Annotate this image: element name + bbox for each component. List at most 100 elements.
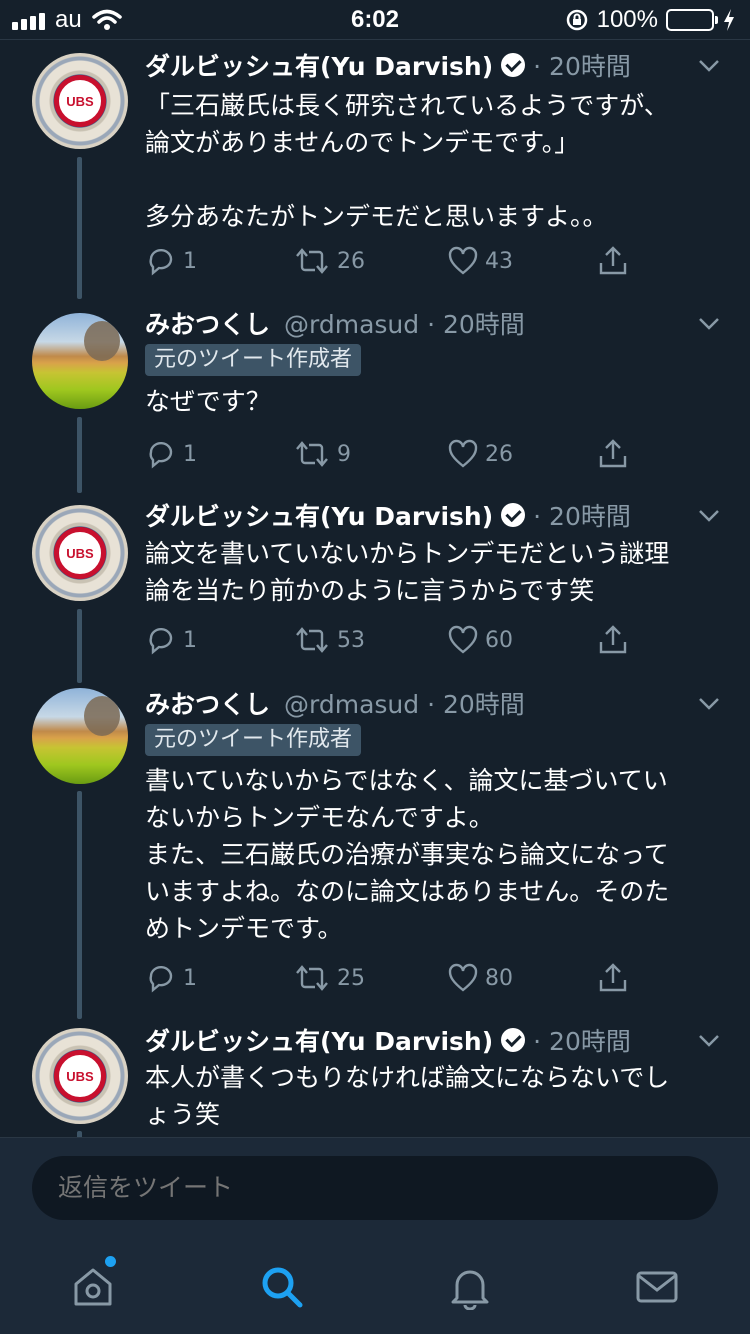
- display-name[interactable]: みおつくし: [145, 685, 270, 721]
- home-icon[interactable]: [70, 1264, 116, 1310]
- tweet-actions: 1 53 60: [145, 624, 645, 664]
- tree-icon: [84, 321, 120, 361]
- like-button[interactable]: 26: [447, 438, 513, 470]
- original-author-badge: 元のツイート作成者: [145, 344, 362, 376]
- thread-connector: [77, 157, 82, 299]
- like-count: 43: [485, 248, 513, 274]
- share-button[interactable]: [597, 962, 629, 994]
- avatar[interactable]: [32, 313, 128, 409]
- share-button[interactable]: [597, 245, 629, 277]
- reply-icon: [149, 248, 173, 276]
- verified-badge-icon: [501, 53, 526, 77]
- display-name[interactable]: ダルビッシュ有(Yu Darvish): [145, 497, 493, 533]
- battery-icon: [666, 9, 718, 31]
- avatar[interactable]: UBS: [32, 505, 128, 601]
- like-button[interactable]: 43: [447, 245, 513, 277]
- tweet-timestamp: · 20時間: [533, 1027, 631, 1056]
- share-icon: [599, 625, 627, 654]
- avatar[interactable]: UBS: [32, 1028, 128, 1124]
- share-button[interactable]: [597, 438, 629, 470]
- heart-icon: [448, 246, 478, 275]
- display-name[interactable]: みおつくし: [145, 305, 270, 341]
- tweet-header: みおつくし @rdmasud · 20時間: [145, 685, 525, 721]
- avatar[interactable]: UBS: [32, 53, 128, 149]
- original-author-badge: 元のツイート作成者: [145, 724, 362, 756]
- tweet-actions: 1 26 43: [145, 245, 645, 285]
- retweet-count: 53: [337, 627, 365, 653]
- like-count: 26: [485, 441, 513, 467]
- tweet-header: ダルビッシュ有(Yu Darvish) · 20時間: [145, 47, 631, 83]
- status-right: 100%: [565, 6, 736, 34]
- chevron-down-icon[interactable]: [696, 503, 722, 529]
- tweet-header: ダルビッシュ有(Yu Darvish) · 20時間: [145, 1022, 631, 1058]
- avatar[interactable]: [32, 688, 128, 784]
- retweet-button[interactable]: 26: [293, 245, 365, 277]
- chevron-down-icon[interactable]: [696, 311, 722, 337]
- retweet-count: 25: [337, 965, 365, 991]
- share-icon: [599, 963, 627, 992]
- battery-percent: 100%: [596, 6, 658, 33]
- like-count: 80: [485, 965, 513, 991]
- tree-icon: [84, 696, 120, 736]
- tweet-actions: 1 25 80: [145, 962, 645, 1002]
- search-icon[interactable]: [259, 1264, 305, 1310]
- chevron-down-icon[interactable]: [696, 691, 722, 717]
- retweet-button[interactable]: 53: [293, 624, 365, 656]
- thread-connector: [77, 791, 82, 1019]
- tweet[interactable]: みおつくし @rdmasud · 20時間 元のツイート作成者 書いていないから…: [0, 683, 750, 1019]
- charging-bolt-icon: [724, 9, 734, 31]
- like-count: 60: [485, 627, 513, 653]
- reply-count: 1: [183, 441, 197, 467]
- tweet-header: みおつくし @rdmasud · 20時間: [145, 305, 525, 341]
- tweet-text: なぜです？: [145, 387, 271, 416]
- share-icon: [599, 439, 627, 468]
- retweet-icon: [296, 627, 328, 653]
- reply-icon: [149, 965, 173, 993]
- display-name[interactable]: ダルビッシュ有(Yu Darvish): [145, 1022, 493, 1058]
- status-bar: au 6:02 100%: [0, 0, 750, 40]
- reply-button[interactable]: 1: [145, 438, 197, 470]
- tweet-text: 書いていないからではなく、論文に基づいてい ないからトンデモなんですよ。 また、…: [145, 766, 670, 943]
- cubs-logo-icon: UBS: [54, 1050, 106, 1102]
- tweet[interactable]: みおつくし @rdmasud · 20時間 元のツイート作成者 なぜです？ 1 …: [0, 301, 750, 493]
- share-icon: [599, 246, 627, 275]
- heart-icon: [448, 963, 478, 992]
- tweet-actions: 1 9 26: [145, 438, 645, 478]
- tweet-text: 本人が書くつもりなければ論文にならないでし ょう笑: [145, 1063, 670, 1129]
- like-button[interactable]: 80: [447, 962, 513, 994]
- share-button[interactable]: [597, 624, 629, 656]
- chevron-down-icon[interactable]: [696, 53, 722, 79]
- reply-tweet-input[interactable]: [32, 1156, 718, 1220]
- reply-count: 1: [183, 627, 197, 653]
- notifications-bell-icon[interactable]: [447, 1264, 493, 1310]
- heart-icon: [448, 625, 478, 654]
- tweet[interactable]: UBS ダルビッシュ有(Yu Darvish) · 20時間 本人が書くつもりな…: [0, 1019, 750, 1137]
- retweet-icon: [296, 441, 328, 467]
- retweet-count: 26: [337, 248, 365, 274]
- orientation-lock-icon: [566, 9, 587, 31]
- tweet-text: 「三石巌氏は長く研究されているようですが、 論文がありませんのでトンデモです。」…: [145, 91, 669, 231]
- retweet-count: 9: [337, 441, 351, 467]
- reply-button[interactable]: 1: [145, 962, 197, 994]
- display-name[interactable]: ダルビッシュ有(Yu Darvish): [145, 47, 493, 83]
- new-tweets-dot: [105, 1256, 116, 1267]
- tweet-text: 論文を書いていないからトンデモだという謎理 論を当たり前かのように言うからです笑: [145, 539, 670, 605]
- reply-button[interactable]: 1: [145, 245, 197, 277]
- retweet-button[interactable]: 9: [293, 438, 351, 470]
- chevron-down-icon[interactable]: [696, 1028, 722, 1054]
- verified-badge-icon: [501, 503, 526, 527]
- thread-connector: [77, 417, 82, 493]
- tweet-timestamp: · 20時間: [533, 52, 631, 81]
- retweet-button[interactable]: 25: [293, 962, 365, 994]
- conversation-thread[interactable]: UBS ダルビッシュ有(Yu Darvish) · 20時間 「三石巌氏は長く研…: [0, 41, 750, 1137]
- reply-bar: [0, 1137, 750, 1242]
- tweet-header: ダルビッシュ有(Yu Darvish) · 20時間: [145, 497, 631, 533]
- like-button[interactable]: 60: [447, 624, 513, 656]
- tweet[interactable]: UBS ダルビッシュ有(Yu Darvish) · 20時間 「三石巌氏は長く研…: [0, 41, 750, 301]
- reply-button[interactable]: 1: [145, 624, 197, 656]
- tweet[interactable]: UBS ダルビッシュ有(Yu Darvish) · 20時間 論文を書いていない…: [0, 493, 750, 683]
- heart-icon: [448, 439, 478, 468]
- tab-bar: [0, 1242, 750, 1334]
- messages-envelope-icon[interactable]: [634, 1264, 680, 1310]
- cubs-logo-icon: UBS: [54, 75, 106, 127]
